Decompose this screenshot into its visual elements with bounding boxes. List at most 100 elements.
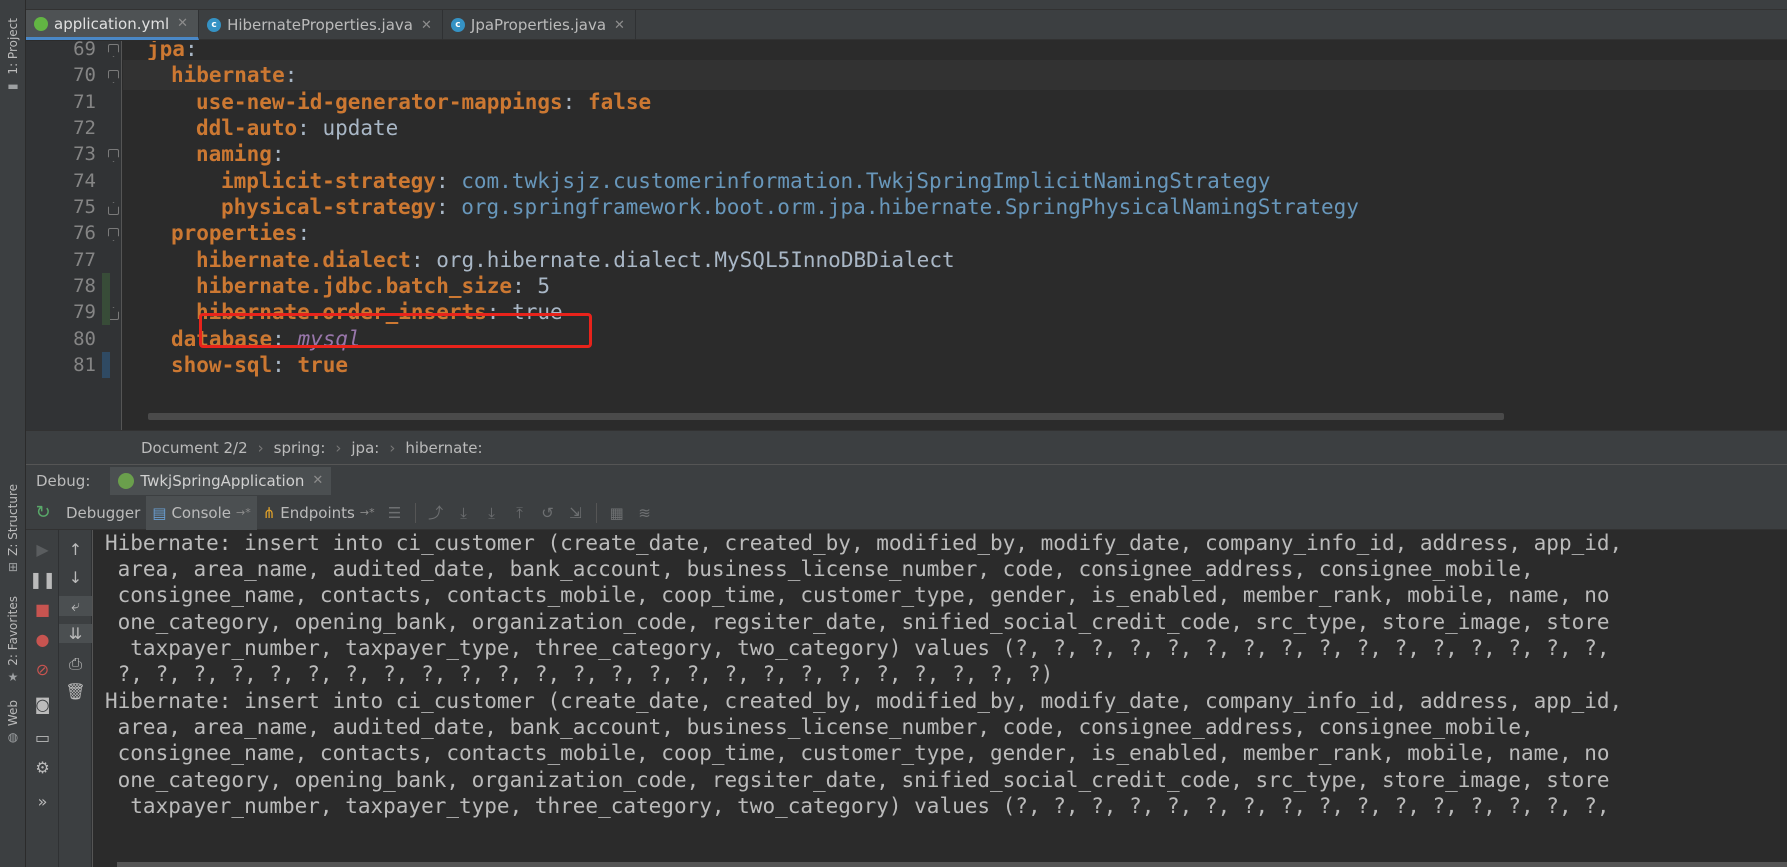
close-icon[interactable]: ✕ xyxy=(614,18,625,33)
drop-frame-icon[interactable]: ↺ xyxy=(534,504,562,522)
console-icon: ▤ xyxy=(152,503,167,522)
trace-icon[interactable]: ≋ xyxy=(631,504,659,522)
evaluate-expression-icon[interactable]: ▦ xyxy=(603,504,631,522)
more-icon[interactable]: » xyxy=(26,792,59,811)
debug-session-tab[interactable]: TwkjSpringApplication ✕ xyxy=(110,466,332,495)
web-tool-button[interactable]: Web ◍ xyxy=(4,700,22,744)
endpoints-icon: ⋔ xyxy=(262,503,276,522)
pin-icon[interactable]: →* xyxy=(236,506,251,519)
gear-icon[interactable]: ⚙ xyxy=(26,758,59,777)
line-number: 76 xyxy=(73,222,96,244)
tab-jpa-properties[interactable]: c JpaProperties.java ✕ xyxy=(443,10,636,40)
spring-boot-icon xyxy=(118,472,135,489)
tab-label: application.yml xyxy=(54,14,170,33)
print-icon[interactable]: ⎙ xyxy=(59,654,92,674)
tab-label: Debugger xyxy=(66,503,141,522)
vcs-change-marker[interactable] xyxy=(102,352,110,378)
pin-icon[interactable]: →* xyxy=(360,506,375,519)
toolbar-separator xyxy=(595,502,597,523)
step-over-icon[interactable]: ⤓ xyxy=(450,504,478,522)
tab-application-yml[interactable]: application.yml ✕ xyxy=(26,10,200,40)
yaml-file-icon xyxy=(34,16,48,31)
project-tool-button[interactable]: 1: Project ▬ xyxy=(4,18,22,93)
fold-marker-icon[interactable] xyxy=(108,202,119,215)
highlight-annotation-box xyxy=(199,313,592,348)
tab-hibernate-properties[interactable]: c HibernateProperties.java ✕ xyxy=(199,10,443,40)
pause-icon[interactable]: ❚❚ xyxy=(26,570,59,589)
camera-icon[interactable]: ◙ xyxy=(26,695,59,714)
tab-console[interactable]: ▤ Console →* xyxy=(146,495,257,530)
favorites-tool-button[interactable]: 2: Favorites ★ xyxy=(4,596,22,684)
console-line: ?, ?, ?, ?, ?, ?, ?, ?, ?, ?, ?, ?, ?, ?… xyxy=(105,662,1054,686)
run-to-cursor-icon[interactable]: ⇲ xyxy=(562,504,590,522)
console-line: taxpayer_number, taxpayer_type, three_ca… xyxy=(105,794,1610,818)
left-tool-stripe: 1: Project ▬ Z: Structure ⊞ 2: Favorites… xyxy=(0,0,26,867)
star-icon: ★ xyxy=(7,669,19,684)
tab-label: JpaProperties.java xyxy=(470,16,607,34)
code-line-current: hibernate: xyxy=(123,60,1787,90)
trash-icon[interactable]: 🗑 xyxy=(59,682,92,701)
console-output[interactable]: Hibernate: insert into ci_customer (crea… xyxy=(92,530,1787,867)
breadcrumb-item-hibernate[interactable]: hibernate: xyxy=(405,439,482,457)
fold-marker-icon[interactable] xyxy=(108,70,119,83)
console-actions-column: ↑ ↓ ⤶ ⇊ ⎙ 🗑 xyxy=(59,530,92,867)
step-out-icon[interactable]: ⤒ xyxy=(506,504,534,522)
horizontal-scrollbar[interactable] xyxy=(148,413,1504,420)
console-line: consignee_name, contacts, contacts_mobil… xyxy=(105,741,1610,765)
chevron-right-icon: › xyxy=(335,438,342,457)
stop-icon[interactable]: ■ xyxy=(26,600,59,619)
breadcrumb-item-jpa[interactable]: jpa: xyxy=(351,439,379,457)
line-number: 70 xyxy=(73,64,96,86)
layout-icon[interactable]: ▭ xyxy=(26,728,59,747)
mute-breakpoints-icon[interactable]: ⊘ xyxy=(26,660,59,679)
code-editor[interactable]: 69 70 71 72 73 74 75 76 77 78 79 80 81 j… xyxy=(26,41,1787,430)
chevron-right-icon: › xyxy=(389,438,396,457)
debug-tool-window-header: Debug: TwkjSpringApplication ✕ xyxy=(26,464,1787,496)
tab-endpoints[interactable]: ⋔ Endpoints →* xyxy=(257,496,381,530)
show-execution-point-icon[interactable]: ⤴ xyxy=(422,502,450,523)
structure-tool-label: Z: Structure xyxy=(6,484,20,556)
console-horizontal-scrollbar[interactable] xyxy=(117,862,1787,867)
tab-debugger[interactable]: Debugger xyxy=(60,496,146,530)
code-area[interactable]: jpa: hibernate: use-new-id-generator-map… xyxy=(123,41,1787,430)
globe-icon: ◍ xyxy=(7,730,19,745)
line-number: 81 xyxy=(73,354,96,376)
toolbar-separator xyxy=(414,502,416,523)
code-line: properties: xyxy=(171,221,311,245)
session-label: TwkjSpringApplication xyxy=(140,471,305,490)
fold-marker-icon[interactable] xyxy=(108,149,119,162)
document-indicator[interactable]: Document 2/2 xyxy=(141,439,248,457)
tab-label: Console xyxy=(171,503,231,522)
fold-marker-icon[interactable] xyxy=(108,44,119,57)
rerun-icon[interactable]: ↻ xyxy=(26,502,60,523)
close-icon[interactable]: ✕ xyxy=(421,18,432,33)
breadcrumb: Document 2/2 › spring: › jpa: › hibernat… xyxy=(26,430,1787,464)
soft-wrap-icon[interactable]: ⤶ xyxy=(59,596,92,616)
code-line: show-sql: true xyxy=(171,353,349,377)
close-icon[interactable]: ✕ xyxy=(177,16,188,31)
tab-label: HibernateProperties.java xyxy=(227,16,413,34)
vcs-change-marker[interactable] xyxy=(102,273,110,325)
resume-icon[interactable]: ▶ xyxy=(26,540,59,559)
java-class-icon: c xyxy=(207,18,222,32)
step-into-icon[interactable]: ⤓ xyxy=(478,504,506,522)
debug-toolbar: ↻ Debugger ▤ Console →* ⋔ Endpoints →* ☰… xyxy=(26,495,1787,530)
structure-icon: ⊞ xyxy=(7,559,19,574)
chevron-right-icon: › xyxy=(257,438,264,457)
code-line: naming: xyxy=(196,142,285,166)
structure-tool-button[interactable]: Z: Structure ⊞ xyxy=(4,484,22,574)
folder-icon: ▬ xyxy=(7,78,19,93)
debug-title: Debug: xyxy=(36,471,91,490)
menu-icon[interactable]: ☰ xyxy=(381,504,409,522)
editor-tab-bar: application.yml ✕ c HibernateProperties.… xyxy=(26,10,1787,40)
line-number: 73 xyxy=(73,143,96,165)
breadcrumb-item-spring[interactable]: spring: xyxy=(274,439,326,457)
close-icon[interactable]: ✕ xyxy=(312,473,323,488)
scroll-to-end-icon[interactable]: ⇊ xyxy=(59,624,92,643)
view-breakpoints-icon[interactable]: ● xyxy=(26,630,59,649)
console-line: consignee_name, contacts, contacts_mobil… xyxy=(105,583,1610,607)
arrow-down-icon[interactable]: ↓ xyxy=(59,568,92,587)
tab-label: Endpoints xyxy=(280,503,355,522)
arrow-up-icon[interactable]: ↑ xyxy=(59,540,92,559)
fold-marker-icon[interactable] xyxy=(108,228,119,241)
